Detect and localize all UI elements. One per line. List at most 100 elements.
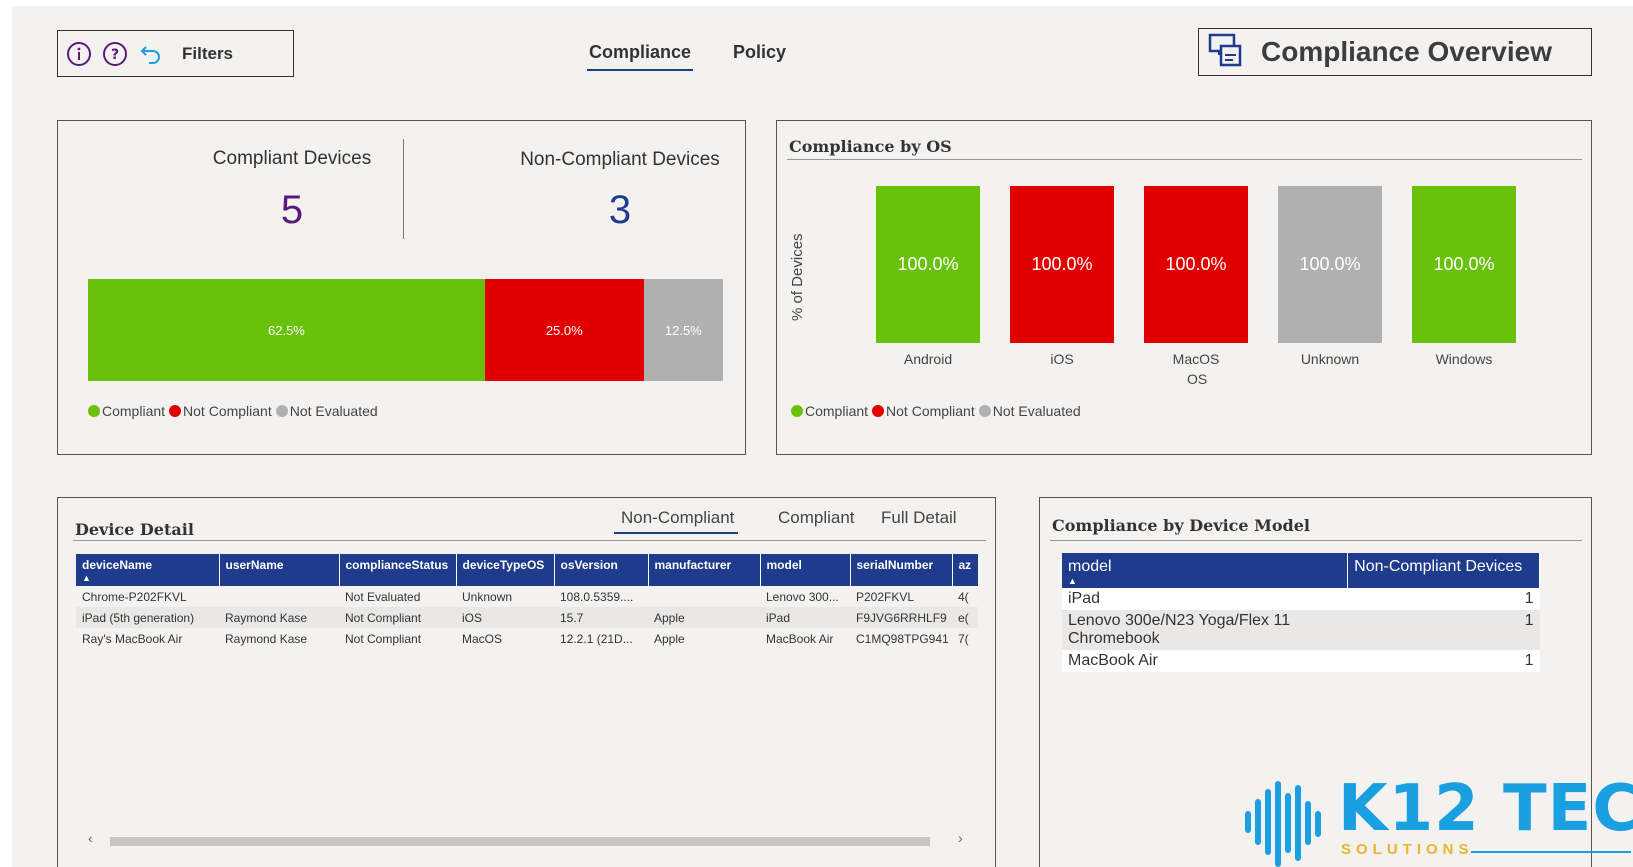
- tab-non-compliant[interactable]: Non-Compliant: [613, 508, 739, 534]
- bar-segment-not-compliant[interactable]: 25.0%: [484, 279, 644, 381]
- title-rule: [1050, 540, 1582, 541]
- column-header-serialnumber[interactable]: serialNumber: [850, 554, 953, 586]
- legend-dot: [872, 405, 885, 417]
- logo-subtext: SOLUTIONS: [1341, 841, 1474, 858]
- table-cell: P202FKVL: [856, 589, 915, 604]
- table-cell: Apple: [648, 607, 760, 628]
- table-cell: iPad: [760, 607, 850, 628]
- column-label: az: [958, 558, 972, 572]
- compliance-stacked-bar[interactable]: 62.5% 25.0% 12.5%: [88, 279, 723, 381]
- legend-label: Not Evaluated: [289, 403, 378, 419]
- table-row[interactable]: iPad 1: [1062, 588, 1540, 610]
- filters-button[interactable]: Filters: [182, 44, 233, 64]
- bar-segment-not-evaluated[interactable]: 12.5%: [643, 279, 723, 381]
- legend-item-not-compliant[interactable]: Not Compliant: [169, 403, 272, 419]
- column-header-devicename[interactable]: deviceName ▲: [76, 554, 220, 586]
- column-label: manufacturer: [654, 558, 732, 572]
- os-tick-label: MacOS: [1172, 351, 1220, 367]
- table-cell: e(: [952, 607, 978, 628]
- column-header-non-compliant-devices[interactable]: Non-Compliant Devices: [1347, 553, 1540, 588]
- os-bar-ios[interactable]: 100.0%: [1010, 186, 1114, 343]
- os-tick-label: Unknown: [1300, 351, 1360, 367]
- legend-item-not-compliant[interactable]: Not Compliant: [872, 403, 975, 419]
- help-icon[interactable]: ?: [102, 41, 128, 67]
- column-header-compliancestatus[interactable]: complianceStatus: [339, 554, 457, 586]
- tab-policy[interactable]: Policy: [733, 42, 786, 63]
- count-cell: 1: [1347, 588, 1540, 610]
- model-cell: MacBook Air: [1062, 650, 1348, 672]
- tab-full-detail[interactable]: Full Detail: [881, 508, 957, 528]
- scroll-thumb[interactable]: [110, 837, 930, 846]
- tab-compliance[interactable]: Compliance: [586, 42, 694, 71]
- os-bar-unknown[interactable]: 100.0%: [1278, 186, 1382, 343]
- os-bar-android[interactable]: 100.0%: [876, 186, 980, 343]
- os-bar-macos[interactable]: 100.0%: [1144, 186, 1248, 343]
- column-header-manufacturer[interactable]: manufacturer: [648, 554, 761, 586]
- legend-item-compliant[interactable]: Compliant: [88, 403, 165, 419]
- svg-text:?: ?: [111, 47, 119, 63]
- table-cell: Ray's MacBook Air: [82, 631, 183, 646]
- table-cell: 7(: [958, 631, 969, 646]
- count-cell: 1: [1347, 650, 1540, 672]
- column-header-username[interactable]: userName: [219, 554, 340, 586]
- column-label: userName: [225, 558, 284, 572]
- os-tick-label: Windows: [1435, 351, 1493, 367]
- column-label: Non-Compliant Devices: [1354, 558, 1523, 575]
- column-header-model[interactable]: model: [760, 554, 851, 586]
- model-table: model ▲ Non-Compliant Devices iPad 1 Lenovo…: [1062, 553, 1540, 672]
- sound-wave-logo-icon: [1245, 781, 1321, 867]
- table-cell: [219, 586, 339, 607]
- legend-item-not-evaluated[interactable]: Not Evaluated: [275, 403, 378, 419]
- model-panel-title: Compliance by Device Model: [1052, 516, 1310, 535]
- table-cell: Raymond Kase: [219, 607, 339, 628]
- table-header-row: deviceName ▲ userName complianceStatus devic…: [76, 554, 978, 586]
- os-tick-label: Android: [903, 351, 953, 367]
- model-cell: iPad: [1062, 588, 1348, 610]
- table-cell: MacOS: [462, 631, 503, 646]
- devices-icon: [1207, 32, 1243, 73]
- column-header-az[interactable]: az: [952, 554, 978, 586]
- undo-icon[interactable]: [138, 41, 164, 67]
- page-header: Compliance Overview: [1198, 28, 1592, 76]
- x-axis-label: OS: [1187, 371, 1208, 387]
- scroll-right-icon[interactable]: ›: [958, 830, 963, 846]
- table-cell: Unknown: [462, 589, 513, 604]
- info-icon[interactable]: [66, 41, 92, 67]
- table-row[interactable]: Chrome-P202FKVL Not Evaluated Unknown 108.0…: [76, 586, 978, 607]
- table-row[interactable]: iPad (5th generation) Raymond Kase Not Com…: [76, 607, 978, 628]
- column-header-devicetypeos[interactable]: deviceTypeOS: [456, 554, 555, 586]
- os-bar-windows[interactable]: 100.0%: [1412, 186, 1516, 343]
- kpi-legend: Compliant Not Compliant Not Evaluated: [88, 403, 382, 419]
- title-rule: [787, 159, 1582, 160]
- scroll-left-icon[interactable]: ‹: [88, 830, 93, 846]
- logo-rule: [1471, 851, 1631, 853]
- bar-segment-compliant[interactable]: 62.5%: [88, 279, 485, 381]
- legend-item-compliant[interactable]: Compliant: [791, 403, 868, 419]
- legend-label: Compliant: [102, 403, 166, 419]
- legend-item-not-evaluated[interactable]: Not Evaluated: [978, 403, 1081, 419]
- table-cell: iOS: [456, 607, 554, 628]
- column-header-osversion[interactable]: osVersion: [554, 554, 649, 586]
- column-label: model: [766, 558, 802, 572]
- table-cell: Not Evaluated: [345, 589, 421, 604]
- noncompliant-devices-value: 3: [608, 188, 632, 232]
- device-table-viewport: deviceName ▲ userName complianceStatus devic…: [76, 554, 978, 814]
- count-cell: 1: [1347, 610, 1540, 650]
- kpi-divider: [403, 139, 404, 239]
- table-row[interactable]: Ray's MacBook Air Raymond Kase Not Complia…: [76, 628, 978, 649]
- legend-dot: [978, 405, 991, 417]
- legend-label: Not Evaluated: [992, 403, 1081, 419]
- horizontal-scrollbar[interactable]: ‹ ›: [88, 830, 968, 847]
- table-row[interactable]: Lenovo 300e/N23 Yoga/Flex 11 Chromebook 1: [1062, 610, 1540, 650]
- title-rule: [73, 540, 986, 541]
- noncompliant-devices-label: Non-Compliant Devices: [520, 149, 720, 170]
- column-label: model: [1068, 558, 1112, 575]
- table-cell: F9JVG6RRHLF9: [850, 607, 952, 628]
- column-label: complianceStatus: [345, 558, 449, 572]
- table-header-row: model ▲ Non-Compliant Devices: [1062, 553, 1540, 588]
- table-cell: iPad (5th generation): [76, 607, 219, 628]
- table-row[interactable]: MacBook Air 1: [1062, 650, 1540, 672]
- tab-compliant[interactable]: Compliant: [778, 508, 855, 528]
- column-header-model[interactable]: model ▲: [1062, 553, 1349, 588]
- legend-label: Compliant: [805, 403, 869, 419]
